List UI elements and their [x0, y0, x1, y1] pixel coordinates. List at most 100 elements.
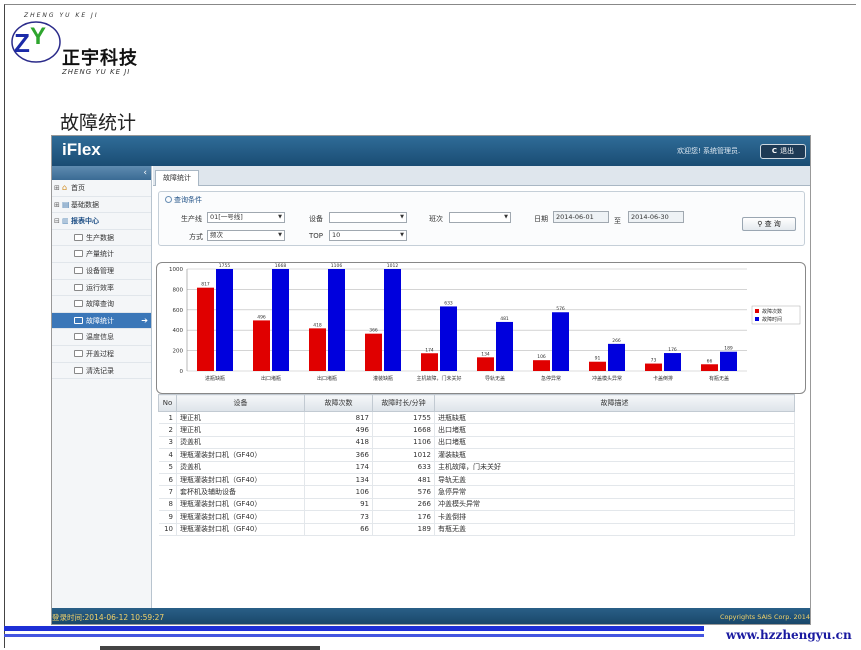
sidebar-item-lid-process[interactable]: 开盖过程 — [52, 346, 151, 363]
fault-table: No 设备 故障次数 故障时长/分钟 故障描述 1 理正机 817 1755 进瓶缺瓶 2… — [158, 394, 795, 536]
data-label-count: 106 — [537, 354, 546, 360]
date-from-input[interactable]: 2014-06-01 — [553, 211, 609, 223]
bar-fault-count — [421, 353, 438, 371]
table-row[interactable]: 6 理瓶灌装封口机（GF40） 134 481 导轨无盖 — [158, 473, 795, 487]
top-select[interactable]: 10 ▼ — [329, 230, 407, 241]
dropdown-caret-icon: ▼ — [278, 232, 282, 238]
sidebar-item-production-data[interactable]: 生产数据 — [52, 230, 151, 247]
data-label-count: 66 — [707, 358, 713, 364]
top-select-value: 10 — [332, 231, 341, 239]
bar-fault-time — [384, 269, 401, 371]
y-tick-label: 1000 — [169, 267, 183, 273]
mode-select[interactable]: 频次 ▼ — [207, 230, 285, 241]
website-url: www.hzzhengyu.cn — [726, 628, 852, 642]
collapse-circle-icon[interactable] — [165, 196, 172, 203]
line-select[interactable]: 01[一号线] ▼ — [207, 212, 285, 223]
cell-no: 9 — [158, 510, 177, 524]
folder-icon — [74, 349, 83, 357]
sidebar-group-reports[interactable]: ⊟ ▥ 报表中心 — [52, 213, 151, 230]
table-row[interactable]: 8 理瓶灌装封口机（GF40） 91 266 冲盖模头异常 — [158, 498, 795, 512]
sidebar-item-basic-data[interactable]: ⊞ ▤基础数据 — [52, 197, 151, 214]
search-button[interactable]: ⚲ 查 询 — [742, 217, 796, 231]
cell-count: 817 — [304, 411, 373, 425]
table-row[interactable]: 2 理正机 496 1668 出口堵瓶 — [158, 423, 795, 437]
zy-logo-icon: Z Y — [11, 21, 61, 63]
table-header-row: No 设备 故障次数 故障时长/分钟 故障描述 — [158, 394, 795, 412]
col-header-device[interactable]: 设备 — [176, 394, 305, 412]
cell-description: 有瓶无盖 — [434, 523, 795, 536]
bar-fault-time — [608, 343, 625, 371]
y-tick-label: 400 — [173, 328, 184, 334]
col-header-duration[interactable]: 故障时长/分钟 — [372, 394, 435, 412]
col-header-count[interactable]: 故障次数 — [304, 394, 373, 412]
table-row[interactable]: 3 烫盖机 418 1106 出口堵瓶 — [158, 436, 795, 450]
table-row[interactable]: 9 理瓶灌装封口机（GF40） 73 176 卡盖倒排 — [158, 510, 795, 524]
cell-device: 理正机 — [176, 423, 305, 437]
data-label-time: 266 — [612, 338, 621, 344]
sidebar-collapse-button[interactable]: ‹ — [52, 166, 151, 180]
bar-fault-count — [645, 363, 662, 371]
cell-count: 496 — [304, 423, 373, 437]
table-row[interactable]: 1 理正机 817 1755 进瓶缺瓶 — [158, 411, 795, 425]
cell-no: 8 — [158, 498, 177, 512]
bar-fault-time — [440, 306, 457, 371]
sidebar-item-temperature[interactable]: 温度信息 — [52, 329, 151, 346]
data-label-time: 633 — [444, 300, 453, 306]
sidebar-item-output-stats[interactable]: 产量统计 — [52, 246, 151, 263]
x-tick-label: 有瓶无盖 — [709, 375, 729, 382]
query-panel: 查询条件 生产线 01[一号线] ▼ 设备 ▼ 班次 ▼ 日期 2014-06-0… — [158, 191, 805, 246]
x-tick-label: 进瓶缺瓶 — [205, 375, 225, 382]
col-header-no[interactable]: No — [158, 394, 177, 412]
sidebar-item-label: 产量统计 — [86, 250, 114, 259]
equipment-select[interactable]: ▼ — [329, 212, 407, 223]
sidebar-item-label: 运行效率 — [86, 283, 114, 292]
table-row[interactable]: 7 套杯机及辅助设备 106 576 急停异常 — [158, 485, 795, 499]
sidebar-item-equipment[interactable]: 设备管理 — [52, 263, 151, 280]
folder-icon — [74, 266, 83, 274]
cell-no: 1 — [158, 411, 177, 425]
sidebar-item-fault-query[interactable]: 故障查询 — [52, 296, 151, 313]
bar-fault-time — [328, 269, 345, 371]
folder-icon — [74, 366, 83, 374]
sidebar-item-cleaning-log[interactable]: 清洗记录 — [52, 363, 151, 380]
folder-icon — [74, 333, 83, 341]
logo-arc-text: ZHENG YU KE JI — [24, 12, 99, 19]
x-tick-label: 卡盖倒排 — [653, 375, 673, 382]
dropdown-caret-icon: ▼ — [504, 214, 508, 220]
date-to-input[interactable]: 2014-06-30 — [628, 211, 684, 223]
bar-fault-count — [533, 360, 550, 371]
cell-count: 106 — [304, 485, 373, 499]
shift-select[interactable]: ▼ — [449, 212, 511, 223]
table-row[interactable]: 4 理瓶灌装封口机（GF40） 366 1012 灌装缺瓶 — [158, 448, 795, 462]
data-label-count: 817 — [201, 282, 210, 288]
cell-duration: 1668 — [372, 423, 435, 437]
shift-label: 班次 — [429, 215, 443, 223]
cell-device: 理瓶灌装封口机（GF40） — [176, 523, 305, 536]
logout-button[interactable]: C 退出 — [760, 144, 806, 159]
tab-strip: 故障统计 — [153, 166, 810, 186]
col-header-description[interactable]: 故障描述 — [434, 394, 795, 412]
cell-device: 理瓶灌装封口机（GF40） — [176, 448, 305, 462]
folder-icon — [74, 283, 83, 291]
sidebar: ‹ ⊞ ⌂ 首页 ⊞ ▤基础数据 ⊟ ▥ 报表中心 生产数据 产量统计 设备管理 运行效率… — [52, 166, 152, 608]
sidebar-item-fault-stats[interactable]: 故障统计 ➔ — [52, 312, 151, 330]
login-time-text: 登录时间:2014-06-12 10:59:27 — [52, 613, 165, 622]
bar-fault-time — [552, 312, 569, 371]
cell-duration: 1012 — [372, 448, 435, 462]
table-row[interactable]: 5 烫盖机 174 633 主机故障，门未关好 — [158, 461, 795, 474]
cell-description: 卡盖倒排 — [434, 510, 795, 524]
cell-duration: 1106 — [372, 436, 435, 450]
bar-fault-count — [309, 328, 326, 371]
sidebar-item-home[interactable]: ⊞ ⌂ 首页 — [52, 180, 151, 197]
legend-label: 故障时间 — [762, 316, 782, 323]
app-brand: iFlex — [62, 140, 101, 159]
tab-fault-stats[interactable]: 故障统计 — [155, 170, 199, 186]
dropdown-caret-icon: ▼ — [278, 214, 282, 220]
table-row[interactable]: 10 理瓶灌装封口机（GF40） 66 189 有瓶无盖 — [158, 523, 795, 536]
query-panel-title-text: 查询条件 — [174, 196, 202, 204]
chevron-left-icon: ‹ — [143, 168, 147, 178]
sidebar-item-efficiency[interactable]: 运行效率 — [52, 280, 151, 297]
logo-english-text: ZHENG YU KE JI — [62, 68, 131, 76]
legend-label: 故障次数 — [762, 308, 782, 315]
copyright-text: Copyrights SAIS Corp. 2014 — [719, 613, 810, 621]
